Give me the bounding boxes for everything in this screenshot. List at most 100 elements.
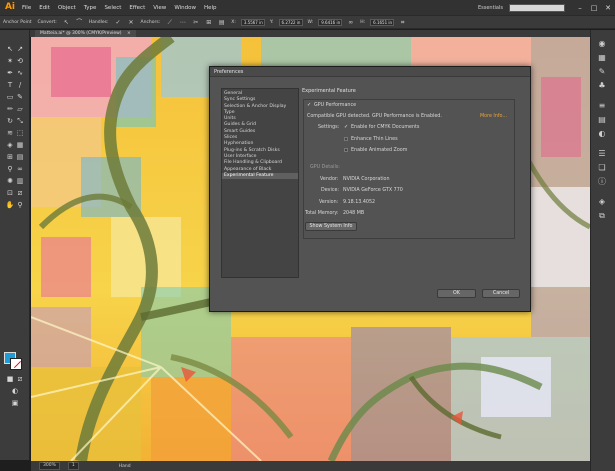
remove-anchor-icon[interactable]: ⟋ [165, 18, 174, 27]
pref-category-experimental-feature[interactable]: Experimental Feature [222, 172, 298, 180]
free-transform-tool-icon[interactable]: ⬚ [15, 128, 25, 138]
layers-panel-icon[interactable]: ◈ [595, 196, 609, 207]
menu-object[interactable]: Object [54, 5, 80, 11]
brushes-panel-icon[interactable]: ✎ [595, 66, 609, 77]
cancel-button[interactable]: Cancel [482, 289, 520, 298]
close-tab-icon[interactable]: × [127, 31, 131, 36]
magic-wand-tool-icon[interactable]: ✶ [5, 56, 15, 66]
cut-path-icon[interactable]: ✂ [191, 18, 200, 27]
color-panel-icon[interactable]: ◉ [595, 38, 609, 49]
pen-tool-icon[interactable]: ✒ [5, 68, 15, 78]
gradient-tool-icon[interactable]: ▤ [15, 152, 25, 162]
connect-anchor-icon[interactable]: ⋯ [178, 18, 187, 27]
column-graph-tool-icon[interactable]: ▥ [15, 176, 25, 186]
color-mode-icon[interactable]: ■ [5, 374, 15, 384]
transparency-panel-icon[interactable]: ◐ [595, 128, 609, 139]
maximize-button[interactable]: □ [587, 2, 601, 14]
y-field[interactable]: 6.2722 in [278, 18, 303, 26]
zoom-field[interactable]: 300% [39, 462, 60, 470]
artboards-panel-icon[interactable]: ⧉ [595, 210, 609, 221]
status-bar: 300% 1 Hand [31, 461, 590, 471]
total-memory-value: 2048 MB [343, 211, 365, 216]
h-label: H: [360, 19, 366, 25]
direct-selection-tool-icon[interactable]: ↗ [15, 44, 25, 54]
gpu-performance-checkbox[interactable]: ✓ [307, 103, 312, 108]
section-title: Experimental Feature [302, 88, 356, 94]
hand-tool-icon[interactable]: ✋ [5, 200, 15, 210]
info-panel-icon[interactable]: ⓘ [595, 176, 609, 187]
menu-select[interactable]: Select [100, 5, 125, 11]
w-field[interactable]: 9.6416 in [318, 18, 343, 26]
blend-tool-icon[interactable]: ∞ [15, 164, 25, 174]
current-tool-status[interactable]: Hand [119, 464, 131, 469]
hide-handles-icon[interactable]: ✕ [127, 18, 136, 27]
isolate-icon[interactable]: ⊞ [204, 18, 213, 27]
more-info-link[interactable]: More Info... [480, 114, 507, 119]
rotate-tool-icon[interactable]: ↻ [5, 116, 15, 126]
menu-file[interactable]: File [18, 5, 35, 11]
document-tab-title: Matteia.ai* @ 300% (CMYK/Preview) [40, 31, 122, 36]
drawing-modes-icon[interactable]: ◐ [10, 386, 20, 396]
convert-corner-icon[interactable]: ↖ [62, 18, 71, 27]
menu-help[interactable]: Help [200, 5, 221, 11]
enable-animated-zoom-checkbox[interactable] [344, 148, 348, 152]
artboard-number-field[interactable]: 1 [67, 462, 79, 470]
h-field[interactable]: 6.1651 in [370, 18, 395, 26]
ok-button[interactable]: OK [437, 289, 476, 298]
help-search-input[interactable] [509, 3, 565, 12]
width-tool-icon[interactable]: ≋ [5, 128, 15, 138]
menu-effect[interactable]: Effect [125, 5, 149, 11]
transform-icon[interactable]: ⌗ [398, 18, 407, 27]
stroke-panel-icon[interactable]: ≡ [595, 100, 609, 111]
eyedropper-tool-icon[interactable]: ⚲ [5, 164, 15, 174]
close-window-button[interactable]: ✕ [601, 2, 615, 14]
lasso-tool-icon[interactable]: ⟲ [15, 56, 25, 66]
handles-label: Handles: [88, 19, 109, 25]
line-tool-icon[interactable]: / [15, 80, 25, 90]
x-field[interactable]: 3.5567 in [240, 18, 265, 26]
document-tab[interactable]: Matteia.ai* @ 300% (CMYK/Preview) × [35, 30, 136, 37]
rectangle-tool-icon[interactable]: ▭ [5, 92, 15, 102]
menu-type[interactable]: Type [80, 5, 101, 11]
show-handles-icon[interactable]: ✓ [114, 18, 123, 27]
stroke-color-swatch[interactable] [10, 358, 22, 370]
symbol-sprayer-tool-icon[interactable]: ✺ [5, 176, 15, 186]
align-icon[interactable]: ▤ [217, 18, 226, 27]
app-logo: Ai [4, 2, 16, 12]
paintbrush-tool-icon[interactable]: ✎ [15, 92, 25, 102]
screen-mode-icon[interactable]: ▣ [10, 398, 20, 408]
enable-animated-zoom-label: Enable Animated Zoom [351, 148, 408, 153]
menu-edit[interactable]: Edit [35, 5, 54, 11]
minimize-button[interactable]: – [573, 2, 587, 14]
shape-builder-tool-icon[interactable]: ◈ [5, 140, 15, 150]
artboard-tool-icon[interactable]: ⊡ [5, 188, 15, 198]
zoom-tool-icon[interactable]: ⚲ [15, 200, 25, 210]
enhance-thin-lines-checkbox[interactable] [344, 137, 348, 141]
pencil-tool-icon[interactable]: ✏ [5, 104, 15, 114]
type-tool-icon[interactable]: T [5, 80, 15, 90]
scale-tool-icon[interactable]: ⤡ [15, 116, 25, 126]
menu-view[interactable]: View [149, 5, 170, 11]
mesh-tool-icon[interactable]: ⊞ [5, 152, 15, 162]
none-mode-icon[interactable]: ⧄ [15, 374, 25, 384]
graphic-styles-panel-icon[interactable]: ❏ [595, 162, 609, 173]
constrain-link-icon[interactable]: ∞ [346, 18, 355, 27]
show-system-info-button[interactable]: Show System Info [305, 222, 357, 231]
perspective-grid-tool-icon[interactable]: ▦ [15, 140, 25, 150]
enable-cmyk-label: Enable for CMYK Documents [351, 125, 420, 130]
symbols-panel-icon[interactable]: ♣ [595, 80, 609, 91]
enable-cmyk-checkbox[interactable]: ✓ [344, 125, 349, 130]
swatches-panel-icon[interactable]: ▦ [595, 52, 609, 63]
vendor-label: Vendor: [320, 177, 339, 182]
appearance-panel-icon[interactable]: ☰ [595, 148, 609, 159]
selection-tool-icon[interactable]: ↖ [5, 44, 15, 54]
convert-smooth-icon[interactable]: ⌒ [75, 18, 84, 27]
eraser-tool-icon[interactable]: ▱ [15, 104, 25, 114]
gradient-panel-icon[interactable]: ▤ [595, 114, 609, 125]
workspace-switcher[interactable]: Essentials [478, 5, 503, 11]
w-label: W: [307, 19, 314, 25]
curvature-tool-icon[interactable]: ∿ [15, 68, 25, 78]
gpu-details-label: GPU Details: [310, 165, 340, 170]
menu-window[interactable]: Window [170, 5, 200, 11]
slice-tool-icon[interactable]: ⧄ [15, 188, 25, 198]
